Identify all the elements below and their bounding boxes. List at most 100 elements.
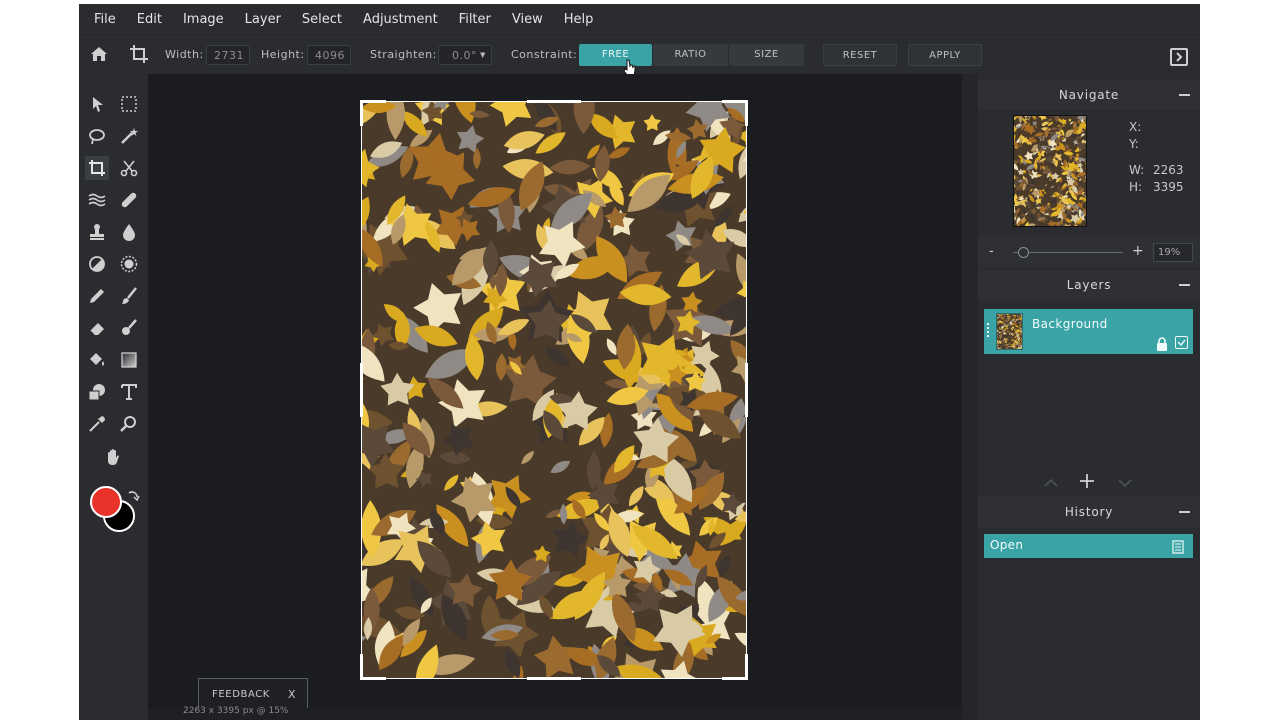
crop-handle-bl-v[interactable] — [360, 654, 363, 680]
apply-button[interactable]: APPLY — [908, 44, 982, 66]
menu-bar: File Edit Image Layer Select Adjustment … — [79, 4, 1200, 34]
layer-name[interactable]: Background — [1032, 317, 1108, 331]
sponge-icon[interactable] — [117, 252, 141, 276]
move-layer-up-icon[interactable] — [1043, 474, 1059, 487]
feedback-tab[interactable]: FEEDBACK X — [198, 678, 308, 708]
gradient-icon[interactable] — [117, 348, 141, 372]
width-field[interactable]: 2731 — [206, 45, 250, 65]
crop-handle-right-mid[interactable] — [745, 363, 748, 417]
text-icon[interactable] — [117, 380, 141, 404]
leaf-shape — [1017, 349, 1021, 350]
add-layer-icon[interactable] — [1079, 473, 1095, 489]
menu-filter[interactable]: Filter — [459, 12, 491, 27]
hand-icon[interactable] — [101, 445, 125, 469]
scissors-icon[interactable] — [117, 156, 141, 180]
drop-icon[interactable] — [117, 220, 141, 244]
leaf-shape — [1022, 327, 1023, 330]
leaf-shape — [1013, 349, 1015, 350]
zoom-slider-thumb[interactable] — [1017, 247, 1029, 258]
shape-icon[interactable] — [85, 380, 109, 404]
layer-row-background[interactable]: Background — [984, 309, 1193, 354]
menu-adjustment[interactable]: Adjustment — [363, 12, 438, 27]
menu-select[interactable]: Select — [302, 12, 342, 27]
nav-h-value: 3395 — [1153, 180, 1184, 194]
lasso-icon[interactable] — [85, 124, 109, 148]
stamp-icon[interactable] — [85, 220, 109, 244]
crop-handle-tl-v[interactable] — [360, 100, 363, 126]
tool-bar — [79, 74, 148, 720]
document-image[interactable] — [362, 102, 746, 678]
history-item-open[interactable]: Open — [984, 534, 1193, 558]
bandage-icon[interactable] — [117, 188, 141, 212]
crop-handle-bottom-mid[interactable] — [527, 677, 581, 680]
layers-minimize-icon[interactable] — [1179, 284, 1190, 286]
dodge-icon[interactable] — [85, 252, 109, 276]
feedback-label[interactable]: FEEDBACK — [212, 689, 270, 700]
visibility-checkbox-icon[interactable] — [1175, 336, 1188, 349]
pencil-icon[interactable] — [85, 284, 109, 308]
nav-y-label: Y: — [1129, 137, 1139, 151]
nav-w-value: 2263 — [1153, 163, 1184, 177]
panel-gutter — [962, 74, 978, 720]
menu-help[interactable]: Help — [564, 12, 594, 27]
eyedropper-icon[interactable] — [85, 412, 109, 436]
reset-button[interactable]: RESET — [823, 44, 897, 66]
history-header[interactable]: History — [978, 497, 1200, 527]
liquify-icon[interactable] — [85, 188, 109, 212]
height-field[interactable]: 4096 — [307, 45, 351, 65]
foreground-color-swatch[interactable] — [90, 486, 122, 518]
leaf-shape — [1007, 349, 1009, 350]
drag-handle-icon[interactable] — [987, 323, 989, 337]
layer-thumbnail — [996, 313, 1023, 350]
canvas-area[interactable]: FEEDBACK X — [148, 74, 962, 708]
navigator-thumbnail[interactable] — [1013, 115, 1087, 227]
zoom-in-button[interactable]: + — [1132, 243, 1144, 259]
crop-handle-left-mid[interactable] — [360, 363, 363, 417]
history-minimize-icon[interactable] — [1179, 511, 1190, 513]
crop-handle-top-mid[interactable] — [527, 100, 581, 103]
eraser-icon[interactable] — [85, 316, 109, 340]
marquee-icon[interactable] — [117, 92, 141, 116]
crop-handle-br-v[interactable] — [745, 654, 748, 680]
zoom-level-field[interactable]: 19% — [1153, 243, 1193, 262]
menu-edit[interactable]: Edit — [137, 12, 162, 27]
smudge-icon[interactable] — [117, 316, 141, 340]
move-layer-down-icon[interactable] — [1117, 474, 1133, 488]
leaf-shape — [1022, 339, 1023, 341]
feedback-close-icon[interactable]: X — [288, 688, 296, 701]
history-title: History — [1064, 505, 1114, 519]
crop-tool-icon[interactable] — [129, 44, 149, 64]
zoom-out-button[interactable]: - — [989, 244, 994, 259]
magic-wand-icon[interactable] — [117, 124, 141, 148]
crop-handle-tl-h[interactable] — [360, 100, 386, 103]
constraint-size-button[interactable]: SIZE — [729, 44, 804, 66]
constraint-free-button[interactable]: FREE — [579, 44, 652, 66]
navigate-minimize-icon[interactable] — [1179, 94, 1190, 96]
zoom-icon[interactable] — [117, 412, 141, 436]
leaves-photo — [362, 102, 746, 678]
home-icon[interactable] — [89, 44, 109, 64]
crop-handle-tr-v[interactable] — [745, 100, 748, 126]
history-item-label[interactable]: Open — [990, 538, 1023, 552]
navigate-header[interactable]: Navigate — [978, 80, 1200, 110]
brush-icon[interactable] — [117, 284, 141, 308]
navigate-title: Navigate — [1058, 88, 1120, 102]
collapse-panel-icon[interactable] — [1170, 48, 1188, 66]
pointer-icon[interactable] — [85, 92, 109, 116]
lock-icon[interactable] — [1156, 336, 1168, 351]
status-bar: 2263 x 3395 px @ 15% — [183, 706, 289, 716]
crop-handle-bl-h[interactable] — [360, 677, 386, 680]
height-label: Height: — [261, 48, 305, 61]
crop-icon[interactable] — [85, 156, 109, 180]
swap-colors-icon[interactable] — [126, 488, 140, 502]
menu-view[interactable]: View — [512, 12, 543, 27]
menu-image[interactable]: Image — [183, 12, 224, 27]
constraint-ratio-button[interactable]: RATIO — [653, 44, 728, 66]
leaf-shape — [1022, 322, 1023, 324]
layers-header[interactable]: Layers — [978, 270, 1200, 300]
leaf-shape — [1001, 349, 1005, 350]
zoom-slider[interactable] — [1013, 247, 1123, 258]
bucket-icon[interactable] — [85, 348, 109, 372]
menu-layer[interactable]: Layer — [245, 12, 281, 27]
menu-file[interactable]: File — [94, 12, 116, 27]
